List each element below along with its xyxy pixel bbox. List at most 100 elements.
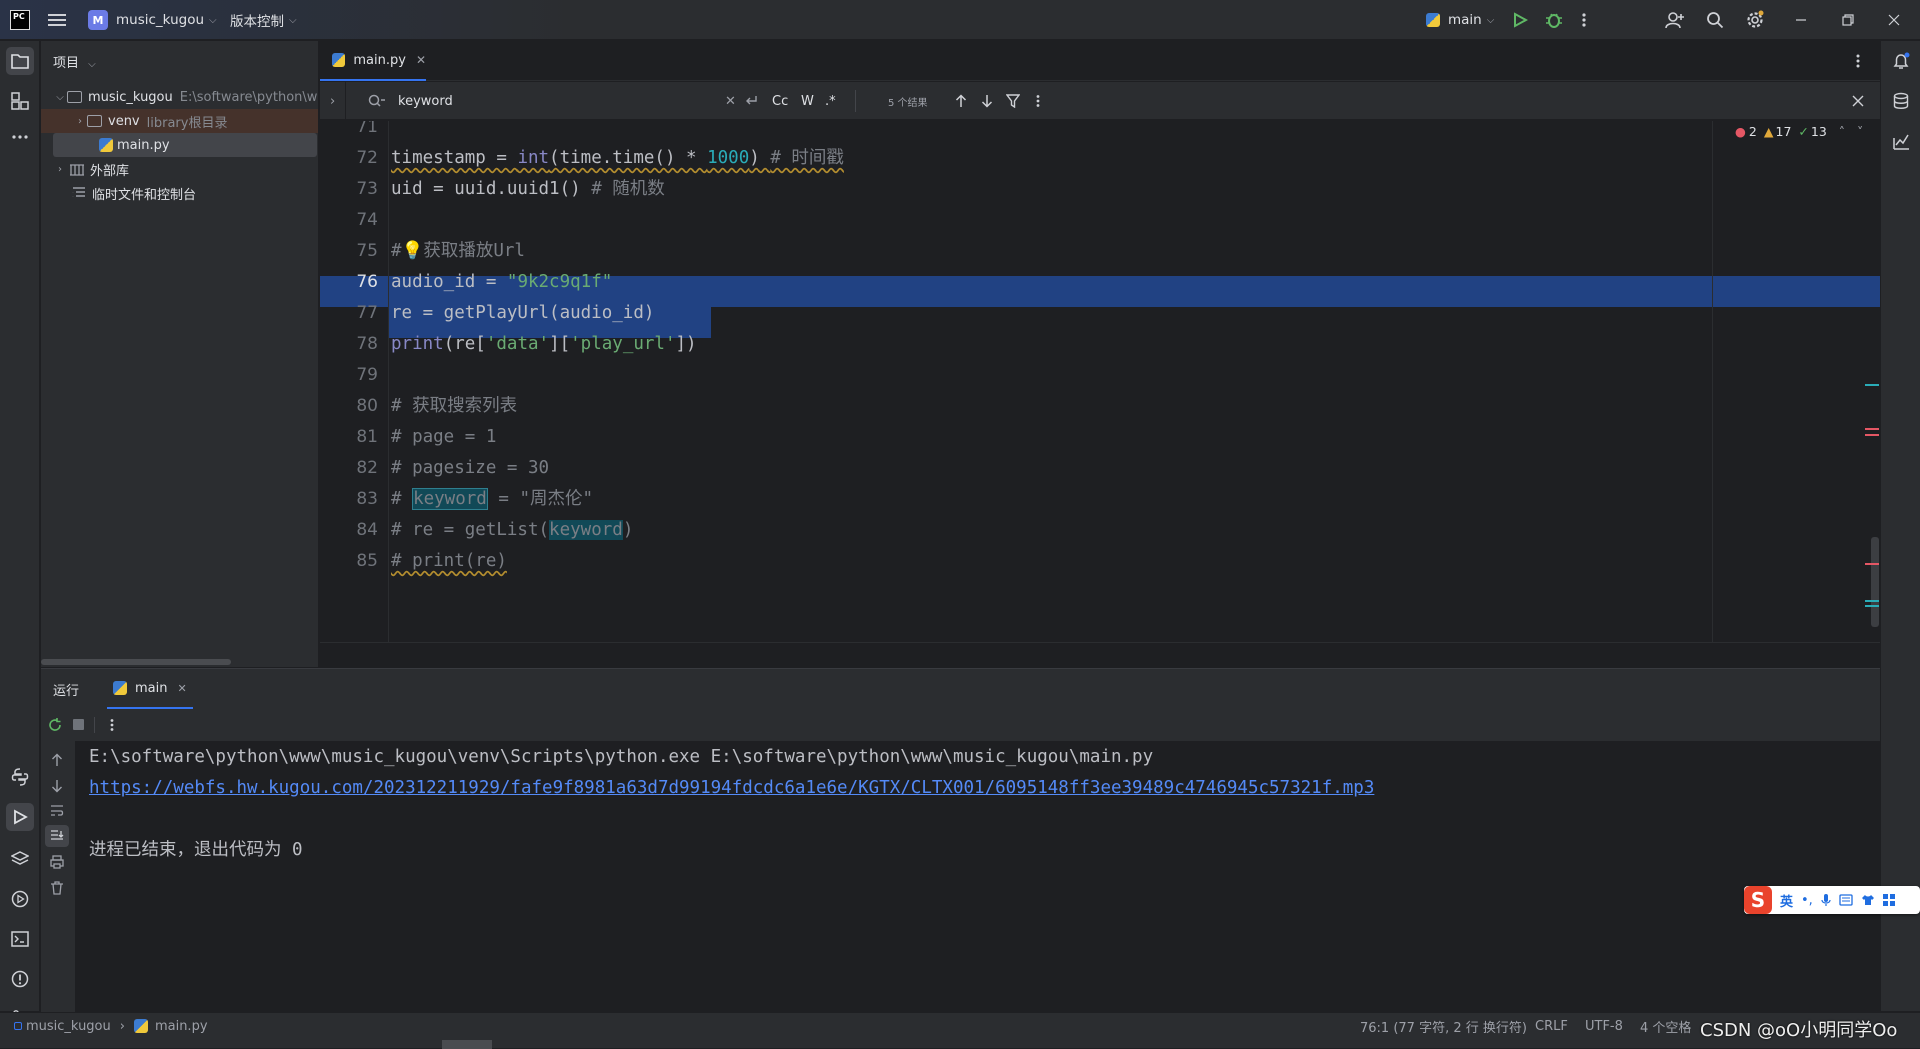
close-icon[interactable]: ✕ xyxy=(177,682,186,695)
tabs-more-icon[interactable] xyxy=(1856,53,1860,69)
previous-occurrence-icon[interactable] xyxy=(955,82,967,120)
structure-tool-button[interactable] xyxy=(6,87,34,115)
print-icon[interactable] xyxy=(50,855,64,869)
project-widget[interactable]: M music_kugou ⌵ xyxy=(88,0,217,40)
database-icon[interactable] xyxy=(1887,87,1915,115)
tree-item-label: 外部库 xyxy=(90,163,130,179)
trash-icon[interactable] xyxy=(50,881,64,895)
microphone-icon[interactable] xyxy=(1821,893,1831,907)
vertical-scrollbar[interactable] xyxy=(1871,537,1879,627)
search-icon[interactable] xyxy=(1706,0,1724,40)
skin-shirt-icon[interactable] xyxy=(1861,894,1875,906)
services-icon[interactable] xyxy=(6,885,34,913)
tree-item-scratches[interactable]: 临时文件和控制台 xyxy=(41,181,318,205)
run-button[interactable] xyxy=(1512,0,1528,40)
breadcrumb-project[interactable]: music_kugou xyxy=(26,1019,111,1034)
new-line-icon[interactable] xyxy=(744,82,758,120)
up-stack-icon[interactable] xyxy=(51,753,63,767)
python-file-icon xyxy=(99,138,113,152)
folder-icon xyxy=(87,115,102,127)
tree-root-music-kugou[interactable]: ⌵ music_kugou E:\software\python\w xyxy=(41,85,318,109)
title-bar: PC M music_kugou ⌵ 版本控制 ⌵ main ⌵ xyxy=(0,0,1920,40)
close-window-icon[interactable] xyxy=(1888,0,1900,40)
root-folder-path: E:\software\python\w xyxy=(179,89,318,105)
inspection-widget[interactable]: ● 2 ▲ 17 ✓ 13 ˄ ˅ xyxy=(1735,123,1863,139)
toolbox-grid-icon[interactable] xyxy=(1882,894,1895,906)
code-editor[interactable]: 71 72 73 74 75 76 77 78 79 80 81 82 83 8… xyxy=(320,121,1880,642)
down-stack-icon[interactable] xyxy=(51,779,63,793)
minimize-icon[interactable] xyxy=(1795,0,1807,40)
module-icon xyxy=(14,1022,22,1030)
tree-item-external-libraries[interactable]: › 外部库 xyxy=(41,157,318,181)
line-number: 72 xyxy=(356,148,378,168)
tree-item-venv[interactable]: › venv library根目录 xyxy=(41,109,318,133)
file-encoding[interactable]: UTF-8 xyxy=(1585,1013,1623,1039)
vcs-widget[interactable]: 版本控制 ⌵ xyxy=(230,0,297,40)
match-case-toggle[interactable]: Cc xyxy=(772,82,788,120)
settings-gear-icon[interactable] xyxy=(1745,0,1765,40)
ime-toolbar[interactable]: S 英 •, xyxy=(1744,886,1920,914)
clear-search-icon[interactable]: ✕ xyxy=(725,82,736,120)
layers-icon[interactable] xyxy=(6,845,34,873)
run-more-icon[interactable] xyxy=(110,718,114,732)
debug-button[interactable] xyxy=(1545,0,1563,40)
code-line-75: #💡获取播放Url xyxy=(391,241,525,261)
project-panel-title[interactable]: 项目 ⌵ xyxy=(53,52,96,71)
restore-icon[interactable] xyxy=(1842,0,1854,40)
soft-wrap-icon[interactable] xyxy=(50,805,64,817)
code-line-80: # 获取搜索列表 xyxy=(391,396,518,416)
whole-words-toggle[interactable]: W xyxy=(801,82,814,120)
caret-position[interactable]: 76:1 (77 字符, 2 行 换行符) xyxy=(1360,1013,1527,1039)
scroll-to-end-toggle[interactable] xyxy=(45,825,69,847)
filter-icon[interactable] xyxy=(1006,82,1020,120)
run-tab-main[interactable]: main ✕ xyxy=(107,669,193,709)
close-find-icon[interactable] xyxy=(1852,82,1864,120)
console-line-url-link[interactable]: https://webfs.hw.kugou.com/202312211929/… xyxy=(89,773,1374,804)
tree-item-main-py[interactable]: main.py xyxy=(53,133,317,157)
horizontal-scrollbar[interactable] xyxy=(41,659,231,665)
bug-icon xyxy=(1546,13,1562,28)
tab-main-py[interactable]: main.py ✕ xyxy=(320,41,426,81)
project-tool-button[interactable] xyxy=(6,47,34,75)
regex-toggle[interactable]: .* xyxy=(825,82,836,120)
more-tools-icon[interactable] xyxy=(6,123,34,151)
expand-replace-icon[interactable]: › xyxy=(330,82,335,120)
pycharm-logo[interactable]: PC xyxy=(10,0,30,40)
rerun-icon[interactable] xyxy=(47,717,63,733)
add-user-icon[interactable] xyxy=(1665,0,1685,40)
terminal-icon[interactable] xyxy=(6,925,34,953)
run-config-selector[interactable]: main ⌵ xyxy=(1426,0,1494,40)
breadcrumb: music_kugou › main.py xyxy=(14,1013,208,1039)
python-file-icon xyxy=(133,1019,148,1033)
chevron-down-icon: ⌵ xyxy=(88,59,96,70)
right-margin-guide xyxy=(1712,121,1713,642)
keyboard-icon[interactable] xyxy=(1839,894,1853,906)
breadcrumb-file[interactable]: main.py xyxy=(155,1019,208,1034)
close-icon[interactable]: ✕ xyxy=(416,53,426,67)
indent-setting[interactable]: 4 个空格 xyxy=(1640,1013,1691,1039)
problems-icon[interactable] xyxy=(6,965,34,993)
code-line-85: # print(re) xyxy=(391,551,507,571)
chevron-right-icon: › xyxy=(119,1018,125,1034)
match-count: 5 个结果 xyxy=(888,97,928,109)
stop-icon[interactable] xyxy=(73,719,84,730)
line-separator[interactable]: CRLF xyxy=(1535,1013,1568,1039)
next-occurrence-icon[interactable] xyxy=(981,82,993,120)
line-number: 75 xyxy=(356,241,378,261)
previous-problem-icon[interactable]: ˄ xyxy=(1839,124,1845,139)
main-menu-icon[interactable] xyxy=(48,0,66,40)
more-actions-icon[interactable] xyxy=(1582,0,1586,40)
sciview-icon[interactable] xyxy=(1887,127,1915,155)
ime-language[interactable]: 英 xyxy=(1780,891,1793,910)
find-input[interactable]: keyword xyxy=(398,82,708,120)
run-tool-button[interactable] xyxy=(6,803,34,831)
find-more-icon[interactable] xyxy=(1036,82,1040,120)
notifications-bell-icon[interactable] xyxy=(1887,47,1915,75)
project-panel: 项目 ⌵ ⌵ music_kugou E:\software\python\w … xyxy=(41,41,319,667)
line-number: 73 xyxy=(356,179,378,199)
python-packages-icon[interactable] xyxy=(6,763,34,791)
structure-icon xyxy=(11,92,29,110)
next-problem-icon[interactable]: ˅ xyxy=(1857,124,1863,139)
search-history-icon[interactable] xyxy=(368,82,386,120)
ime-punctuation[interactable]: •, xyxy=(1801,893,1813,908)
